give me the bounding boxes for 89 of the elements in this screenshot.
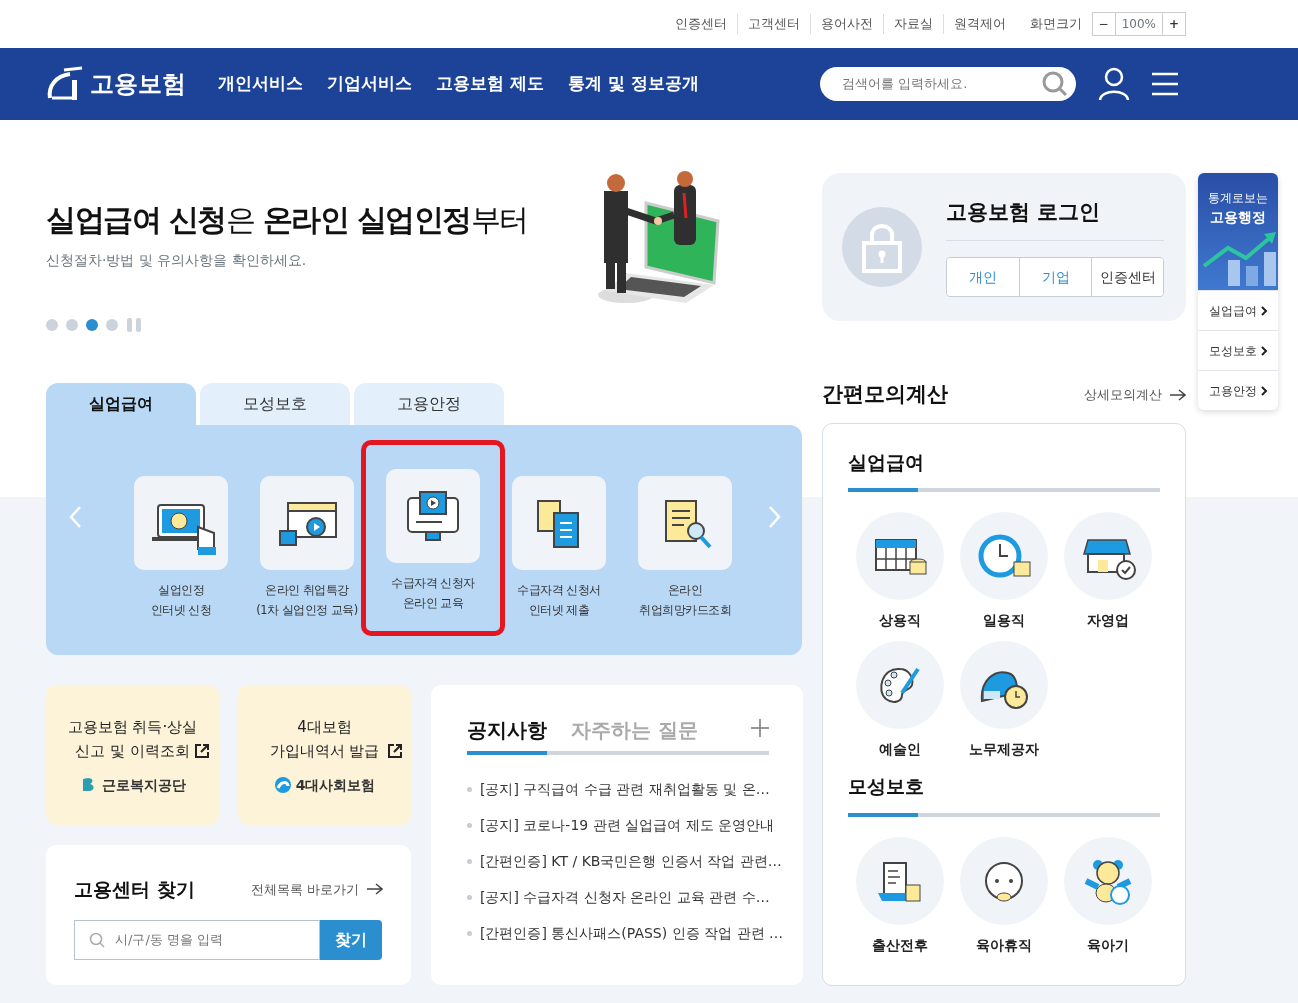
group-title: 실업급여: [848, 449, 925, 475]
quick-menu-item[interactable]: 고용안정: [1198, 370, 1278, 410]
nav-menu-item[interactable]: 고용보험 제도: [436, 71, 544, 97]
user-icon[interactable]: [1098, 67, 1130, 101]
menu-label: 실업급여: [1208, 302, 1257, 320]
arrow-right-icon: [367, 883, 383, 896]
login-button[interactable]: 인증센터: [1091, 258, 1163, 297]
link-text: 전체목록 바로가기: [250, 880, 359, 899]
detail-calc-link[interactable]: 상세모의계산: [1084, 385, 1186, 405]
slide-dot[interactable]: [86, 319, 98, 331]
slide-dot[interactable]: [46, 319, 58, 331]
top-link[interactable]: 자료실: [882, 14, 943, 34]
arrow-right-icon: [1170, 388, 1186, 401]
external-link-icon: [193, 742, 210, 759]
plus-icon[interactable]: [751, 719, 769, 737]
menu-label: 모성보호: [1208, 342, 1257, 360]
font-size-label: 화면크기: [1028, 15, 1083, 34]
bullet-icon: [467, 823, 472, 828]
bullet-icon: [467, 859, 472, 864]
site-logo[interactable]: 고용보험: [90, 66, 186, 102]
top-link[interactable]: 고객센터: [736, 14, 810, 34]
tab[interactable]: 실업급여: [46, 383, 196, 425]
banner-title: 고용행정: [1210, 208, 1266, 227]
notice-link[interactable]: [공지] 구직급여 수급 관련 재취업활동 및 온…: [480, 779, 770, 800]
next-button[interactable]: [767, 505, 782, 529]
hero-subtitle: 신청절차·방법 및 유의사항을 확인하세요.: [46, 251, 308, 270]
group-title: 모성보호: [848, 774, 925, 799]
bullet-icon: [467, 895, 472, 900]
menu-label: 고용안정: [1208, 382, 1257, 400]
service-shortcut[interactable]: 수급자격 신청자 온라인 교육: [370, 449, 496, 627]
quick-menu-item[interactable]: 모성보호: [1198, 330, 1278, 370]
chevron-right-icon: [1260, 345, 1268, 356]
organization-name: 4대사회보험: [295, 775, 376, 795]
notice-link[interactable]: [공지] 수급자격 신청자 온라인 교육 관련 수…: [480, 887, 770, 908]
login-button[interactable]: 기업: [1019, 258, 1091, 297]
previous-button[interactable]: [68, 505, 83, 529]
zoom-value: 100%: [1115, 12, 1162, 36]
notice-link[interactable]: [간편인증] KT / KB국민은행 인증서 작업 관련…: [480, 851, 782, 872]
tab[interactable]: 공지사항: [467, 715, 547, 755]
organization-logo-icon: [273, 776, 292, 794]
service-shortcut[interactable]: 실업인정 인터넷 신청: [118, 469, 244, 627]
chevron-left-icon: [68, 505, 83, 529]
find-button[interactable]: 찾기: [320, 919, 382, 960]
top-link[interactable]: 인증센터: [664, 14, 737, 34]
slide-dot[interactable]: [66, 319, 78, 331]
service-shortcut[interactable]: 수급자격 신청서 인터넷 제출: [496, 469, 622, 627]
service-shortcut[interactable]: 온라인 취업희망카드조회: [622, 469, 748, 627]
chevron-right-icon: [1260, 385, 1268, 396]
region-search-box[interactable]: 시/구/동 명을 입력: [74, 919, 320, 960]
bullet-icon: [467, 931, 472, 936]
tab[interactable]: 고용안정: [354, 383, 504, 425]
shortcut-text: 고용보험 취득·상실 신고 및 이력조회: [67, 716, 198, 762]
nav-menu-item[interactable]: 통계 및 정보공개: [567, 71, 699, 97]
nav-menu-item[interactable]: 기업서비스: [327, 71, 412, 97]
search-box[interactable]: 검색어를 입력하세요.: [820, 67, 1076, 101]
lock-icon: [842, 207, 922, 287]
search-icon[interactable]: [1042, 71, 1068, 97]
hero-headline: 실업급여 신청은 온라인 실업인정부터: [46, 201, 529, 239]
section-title: 고용센터 찾기: [74, 877, 195, 902]
notice-link[interactable]: [간편인증] 통신사패스(PASS) 인증 작업 관련 …: [480, 923, 783, 944]
zoom-out-button[interactable]: −: [1091, 12, 1116, 36]
top-link[interactable]: 용어사전: [809, 14, 883, 34]
bullet-icon: [467, 787, 472, 792]
banner-caption: 통계로보는: [1208, 190, 1268, 207]
shortcut-text: 4대보험 가입내역서 발급: [269, 716, 380, 762]
login-title: 고용보험 로그인: [946, 196, 1164, 242]
all-list-link[interactable]: 전체목록 바로가기: [250, 879, 383, 899]
external-link-icon: [386, 742, 403, 759]
menu-icon[interactable]: [1152, 72, 1178, 96]
top-link[interactable]: 원격제어: [942, 14, 1016, 34]
statistics-banner[interactable]: 통계로보는 고용행정: [1198, 173, 1278, 290]
pause-icon[interactable]: [126, 317, 142, 333]
shortcut-card[interactable]: 4대보험 가입내역서 발급 4대사회보험: [238, 685, 411, 825]
tab[interactable]: 모성보호: [200, 383, 350, 425]
slide-dot[interactable]: [106, 319, 118, 331]
section-title: 간편모의계산: [822, 381, 948, 408]
clock-coins-icon: [976, 532, 1032, 580]
zoom-in-button[interactable]: +: [1161, 12, 1186, 36]
shortcut-card[interactable]: 고용보험 취득·상실 신고 및 이력조회 근로복지공단: [46, 685, 219, 825]
organization-name: 근로복지공단: [101, 775, 186, 795]
quick-menu-item[interactable]: 실업급여: [1198, 290, 1278, 330]
notice-link[interactable]: [공지] 코로나-19 관련 실업급여 제도 운영안내: [480, 815, 775, 836]
chevron-right-icon: [1260, 305, 1268, 316]
login-button[interactable]: 개인: [947, 258, 1019, 297]
link-text: 상세모의계산: [1084, 386, 1162, 404]
nav-menu-item[interactable]: 개인서비스: [218, 71, 303, 97]
service-shortcut[interactable]: 온라인 취업특강 (1차 실업인정 교육): [244, 469, 370, 627]
search-icon: [89, 931, 105, 948]
chevron-right-icon: [767, 505, 782, 529]
